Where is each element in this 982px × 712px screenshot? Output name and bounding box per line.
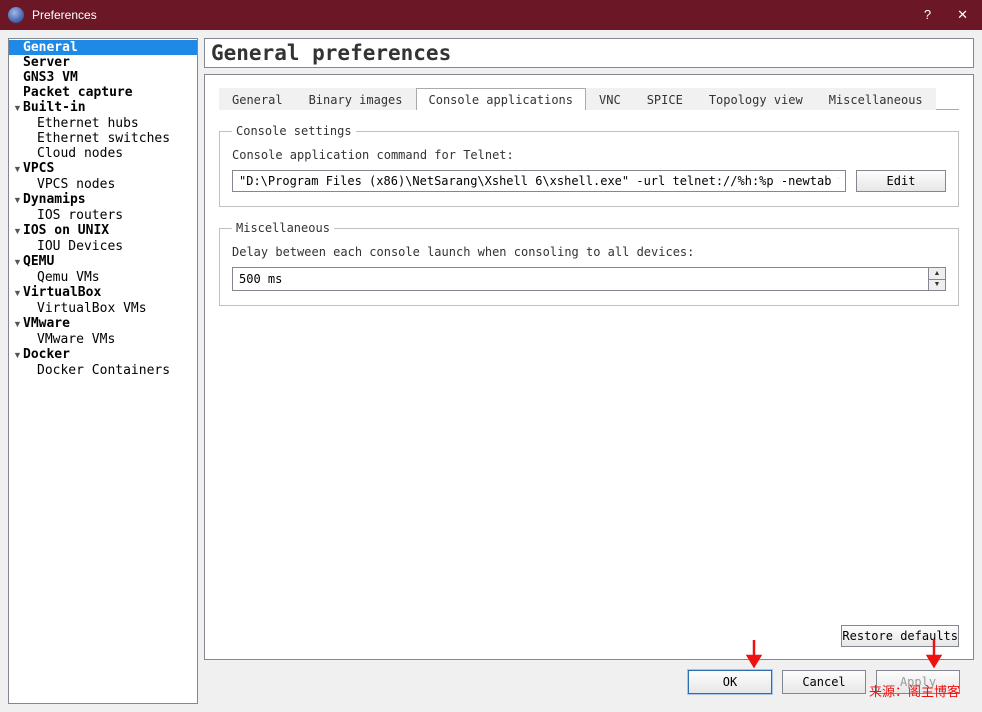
apply-button[interactable]: Apply xyxy=(876,670,960,694)
spin-down-icon[interactable]: ▼ xyxy=(928,279,946,292)
page-title: General preferences xyxy=(204,38,974,68)
sidebar-item-built-in[interactable]: ▼Built-in xyxy=(9,100,197,116)
sidebar-item-label: QEMU xyxy=(23,254,54,269)
telnet-command-label: Console application command for Telnet: xyxy=(232,148,946,162)
tab-binary-images[interactable]: Binary images xyxy=(296,88,416,110)
sidebar-item-label: IOU Devices xyxy=(37,239,123,254)
sidebar-item-virtualbox-vms[interactable]: VirtualBox VMs xyxy=(9,301,197,316)
miscellaneous-legend: Miscellaneous xyxy=(232,221,334,235)
sidebar-item-qemu[interactable]: ▼QEMU xyxy=(9,254,197,270)
close-icon[interactable]: ✕ xyxy=(957,7,968,23)
titlebar: Preferences ? ✕ xyxy=(0,0,982,30)
console-settings-legend: Console settings xyxy=(232,124,356,138)
chevron-down-icon[interactable]: ▼ xyxy=(13,162,23,177)
window-title: Preferences xyxy=(32,8,924,22)
telnet-command-input[interactable] xyxy=(232,170,846,192)
sidebar-item-label: VMware xyxy=(23,316,70,331)
sidebar-item-label: Built-in xyxy=(23,100,86,115)
delay-input[interactable] xyxy=(232,267,928,291)
tab-general[interactable]: General xyxy=(219,88,296,110)
sidebar-item-iou-devices[interactable]: IOU Devices xyxy=(9,239,197,254)
sidebar-item-label: IOS routers xyxy=(37,208,123,223)
sidebar-item-label: Dynamips xyxy=(23,192,86,207)
sidebar-item-packet-capture[interactable]: Packet capture xyxy=(9,85,197,100)
sidebar-item-dynamips[interactable]: ▼Dynamips xyxy=(9,192,197,208)
sidebar-item-vmware[interactable]: ▼VMware xyxy=(9,316,197,332)
sidebar-item-qemu-vms[interactable]: Qemu VMs xyxy=(9,270,197,285)
app-icon xyxy=(8,7,24,23)
sidebar-item-label: Docker xyxy=(23,347,70,362)
sidebar-item-label: Ethernet switches xyxy=(37,131,170,146)
tab-console-applications[interactable]: Console applications xyxy=(416,88,587,110)
chevron-down-icon[interactable]: ▼ xyxy=(13,224,23,239)
sidebar-tree[interactable]: GeneralServerGNS3 VMPacket capture▼Built… xyxy=(8,38,198,704)
sidebar-item-label: Packet capture xyxy=(23,85,133,100)
sidebar-item-label: Docker Containers xyxy=(37,363,170,378)
sidebar-item-cloud-nodes[interactable]: Cloud nodes xyxy=(9,146,197,161)
sidebar-item-ios-on-unix[interactable]: ▼IOS on UNIX xyxy=(9,223,197,239)
chevron-down-icon[interactable]: ▼ xyxy=(13,317,23,332)
ok-button[interactable]: OK xyxy=(688,670,772,694)
sidebar-item-ethernet-hubs[interactable]: Ethernet hubs xyxy=(9,116,197,131)
sidebar-item-server[interactable]: Server xyxy=(9,55,197,70)
help-icon[interactable]: ? xyxy=(924,7,931,23)
sidebar-item-label: VPCS xyxy=(23,161,54,176)
sidebar-item-ios-routers[interactable]: IOS routers xyxy=(9,208,197,223)
tab-topology-view[interactable]: Topology view xyxy=(696,88,816,110)
console-settings-group: Console settings Console application com… xyxy=(219,124,959,207)
sidebar-item-label: General xyxy=(23,40,78,55)
sidebar-item-vpcs[interactable]: ▼VPCS xyxy=(9,161,197,177)
delay-label: Delay between each console launch when c… xyxy=(232,245,946,259)
chevron-down-icon[interactable]: ▼ xyxy=(13,193,23,208)
cancel-button[interactable]: Cancel xyxy=(782,670,866,694)
sidebar-item-docker-containers[interactable]: Docker Containers xyxy=(9,363,197,378)
sidebar-item-label: IOS on UNIX xyxy=(23,223,109,238)
content-panel: GeneralBinary imagesConsole applications… xyxy=(204,74,974,660)
sidebar-item-docker[interactable]: ▼Docker xyxy=(9,347,197,363)
restore-defaults-button[interactable]: Restore defaults xyxy=(841,625,959,647)
sidebar-item-label: VirtualBox xyxy=(23,285,101,300)
tab-spice[interactable]: SPICE xyxy=(634,88,696,110)
sidebar-item-gns3-vm[interactable]: GNS3 VM xyxy=(9,70,197,85)
chevron-down-icon[interactable]: ▼ xyxy=(13,255,23,270)
sidebar-item-ethernet-switches[interactable]: Ethernet switches xyxy=(9,131,197,146)
sidebar-item-label: Server xyxy=(23,55,70,70)
sidebar-item-label: VMware VMs xyxy=(37,332,115,347)
miscellaneous-group: Miscellaneous Delay between each console… xyxy=(219,221,959,306)
delay-spinbox[interactable]: ▲ ▼ xyxy=(232,267,946,291)
tab-miscellaneous[interactable]: Miscellaneous xyxy=(816,88,936,110)
sidebar-item-label: VPCS nodes xyxy=(37,177,115,192)
sidebar-item-vpcs-nodes[interactable]: VPCS nodes xyxy=(9,177,197,192)
sidebar-item-general[interactable]: General xyxy=(9,40,197,55)
sidebar-item-label: Ethernet hubs xyxy=(37,116,139,131)
chevron-down-icon[interactable]: ▼ xyxy=(13,348,23,363)
sidebar-item-label: GNS3 VM xyxy=(23,70,78,85)
edit-button[interactable]: Edit xyxy=(856,170,946,192)
chevron-down-icon[interactable]: ▼ xyxy=(13,286,23,301)
spin-up-icon[interactable]: ▲ xyxy=(928,267,946,279)
sidebar-item-label: VirtualBox VMs xyxy=(37,301,147,316)
sidebar-item-vmware-vms[interactable]: VMware VMs xyxy=(9,332,197,347)
tab-vnc[interactable]: VNC xyxy=(586,88,634,110)
chevron-down-icon[interactable]: ▼ xyxy=(13,101,23,116)
sidebar-item-label: Cloud nodes xyxy=(37,146,123,161)
sidebar-item-label: Qemu VMs xyxy=(37,270,100,285)
sidebar-item-virtualbox[interactable]: ▼VirtualBox xyxy=(9,285,197,301)
tab-bar: GeneralBinary imagesConsole applications… xyxy=(219,87,959,110)
